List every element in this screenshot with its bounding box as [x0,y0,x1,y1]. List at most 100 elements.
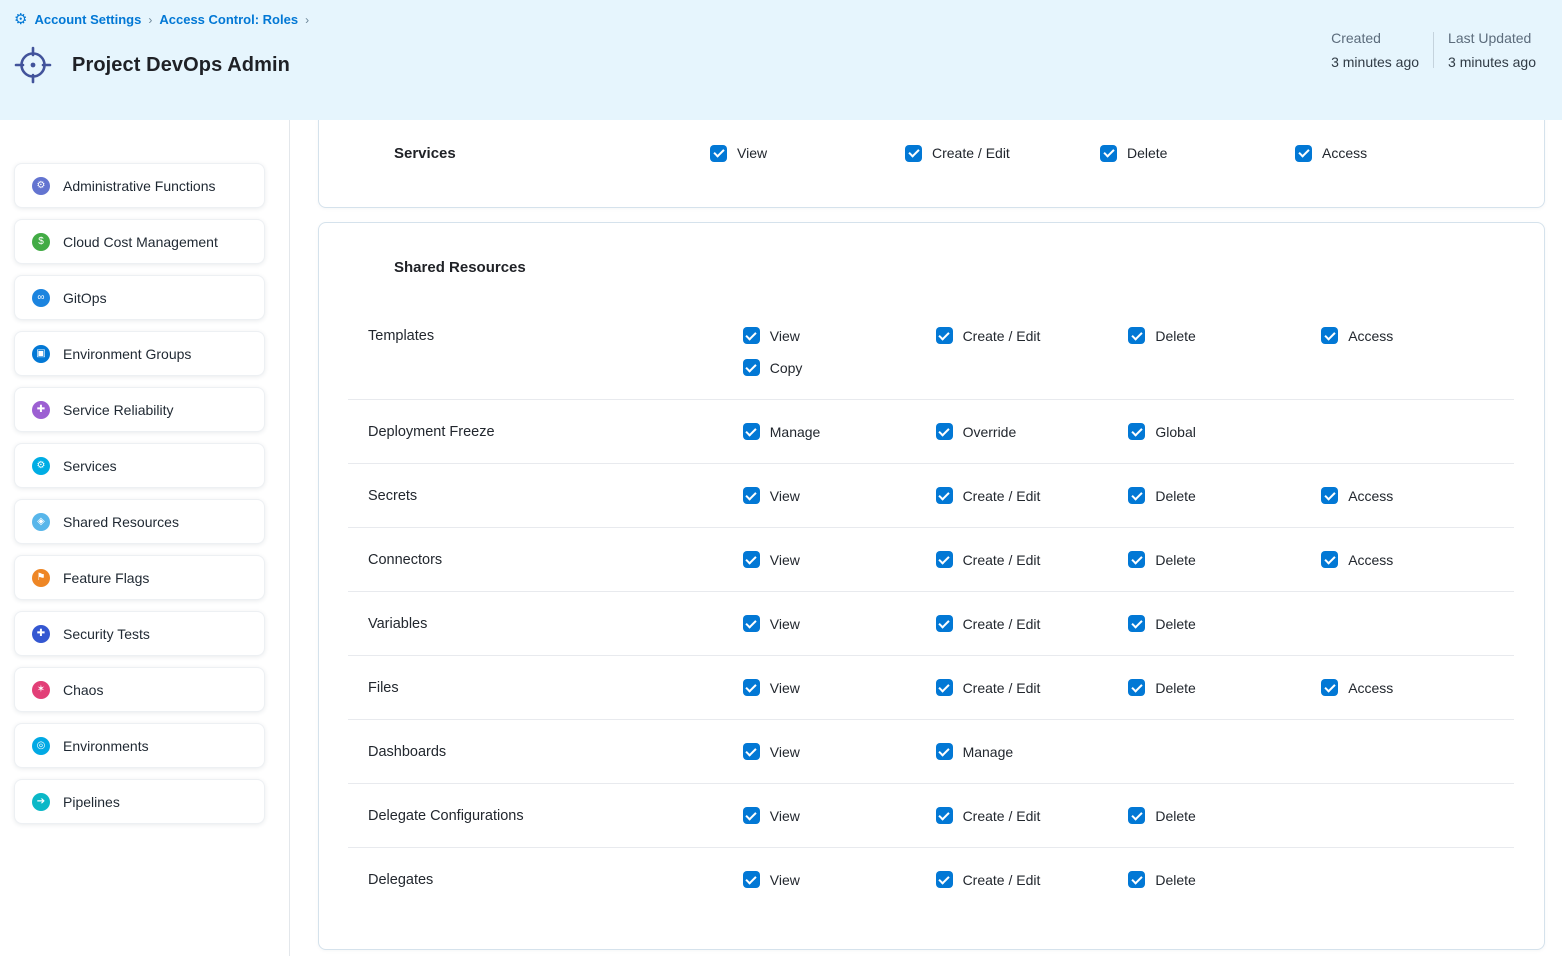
permission-view[interactable]: View [743,743,936,760]
permission-create-edit[interactable]: Create / Edit [936,487,1129,504]
permission-label: Access [1348,488,1393,504]
permission-access[interactable]: Access [1321,327,1514,344]
sidebar-item-environments[interactable]: ◎Environments [14,723,265,768]
sidebar-item-gitops[interactable]: ∞GitOps [14,275,265,320]
checkbox-checked-icon[interactable] [1321,327,1338,344]
permission-access[interactable]: Access [1321,487,1514,504]
permission-delete[interactable]: Delete [1100,145,1295,162]
checkbox-checked-icon[interactable] [1128,807,1145,824]
checkbox-checked-icon[interactable] [743,359,760,376]
sidebar-item-feature-flags[interactable]: ⚑Feature Flags [14,555,265,600]
permission-create-edit[interactable]: Create / Edit [936,551,1129,568]
permission-copy[interactable]: Copy [743,359,936,376]
permission-column: View [743,871,936,888]
checkbox-checked-icon[interactable] [710,145,727,162]
checkbox-checked-icon[interactable] [743,871,760,888]
sidebar-item-cloud-cost-management[interactable]: $Cloud Cost Management [14,219,265,264]
sidebar-item-chaos[interactable]: ✶Chaos [14,667,265,712]
checkbox-checked-icon[interactable] [1128,327,1145,344]
permission-delete[interactable]: Delete [1128,679,1321,696]
permission-view[interactable]: View [743,327,936,344]
permission-row-delegates: DelegatesViewCreate / EditDelete [348,847,1514,911]
admin-functions-icon: ⚙ [32,177,50,195]
checkbox-checked-icon[interactable] [1321,679,1338,696]
checkbox-checked-icon[interactable] [743,807,760,824]
checkbox-checked-icon[interactable] [936,615,953,632]
checkbox-checked-icon[interactable] [743,615,760,632]
permission-create-edit[interactable]: Create / Edit [936,615,1129,632]
services-icon: ⚙ [32,457,50,475]
permission-delete[interactable]: Delete [1128,327,1321,344]
permission-view[interactable]: View [743,551,936,568]
permission-create-edit[interactable]: Create / Edit [905,145,1100,162]
checkbox-checked-icon[interactable] [1100,145,1117,162]
sidebar-item-label: Service Reliability [63,402,173,418]
checkbox-checked-icon[interactable] [936,327,953,344]
sidebar-item-pipelines[interactable]: ➔Pipelines [14,779,265,824]
breadcrumb-link-account-settings[interactable]: Account Settings [34,12,141,27]
sidebar-item-administrative-functions[interactable]: ⚙Administrative Functions [14,163,265,208]
sidebar-item-services[interactable]: ⚙ Services [14,443,265,488]
permission-create-edit[interactable]: Create / Edit [936,679,1129,696]
permission-access[interactable]: Access [1321,551,1514,568]
permission-access[interactable]: Access [1321,679,1514,696]
permission-column: Delete [1128,327,1321,344]
checkbox-checked-icon[interactable] [905,145,922,162]
permission-label: View [770,744,800,760]
permission-delete[interactable]: Delete [1128,871,1321,888]
checkbox-checked-icon[interactable] [936,807,953,824]
checkbox-checked-icon[interactable] [936,743,953,760]
permission-view[interactable]: View [743,615,936,632]
checkbox-checked-icon[interactable] [1128,871,1145,888]
checkbox-checked-icon[interactable] [1321,487,1338,504]
role-target-icon [14,46,52,84]
permission-create-edit[interactable]: Create / Edit [936,871,1129,888]
row-label: Connectors [348,551,743,568]
checkbox-checked-icon[interactable] [743,743,760,760]
permission-manage[interactable]: Manage [743,423,936,440]
shared-resources-card-title: Shared Resources [394,259,710,276]
checkbox-checked-icon[interactable] [936,871,953,888]
permission-delete[interactable]: Delete [1128,551,1321,568]
checkbox-checked-icon[interactable] [1128,551,1145,568]
checkbox-checked-icon[interactable] [1321,551,1338,568]
checkbox-checked-icon[interactable] [1128,487,1145,504]
permission-delete[interactable]: Delete [1128,807,1321,824]
checkbox-checked-icon[interactable] [1128,679,1145,696]
permission-delete[interactable]: Delete [1128,615,1321,632]
breadcrumb: ⚙ Account Settings › Access Control: Rol… [14,12,309,27]
permission-create-edit[interactable]: Create / Edit [936,327,1129,344]
checkbox-checked-icon[interactable] [936,679,953,696]
checkbox-checked-icon[interactable] [743,327,760,344]
sidebar-item-environment-groups[interactable]: ▣Environment Groups [14,331,265,376]
sidebar-item-label: Services [63,458,117,474]
permission-override[interactable]: Override [936,423,1129,440]
checkbox-checked-icon[interactable] [1295,145,1312,162]
permission-view[interactable]: View [743,807,936,824]
shared-resources-icon: ◈ [32,513,50,531]
permission-view[interactable]: View [710,145,905,162]
sidebar-item-security-tests[interactable]: ✚Security Tests [14,611,265,656]
checkbox-checked-icon[interactable] [936,551,953,568]
sidebar-item-shared-resources[interactable]: ◈Shared Resources [14,499,265,544]
permission-create-edit[interactable]: Create / Edit [936,807,1129,824]
checkbox-checked-icon[interactable] [743,679,760,696]
row-label: Templates [348,327,743,344]
checkbox-checked-icon[interactable] [743,423,760,440]
checkbox-checked-icon[interactable] [1128,615,1145,632]
checkbox-checked-icon[interactable] [743,487,760,504]
checkbox-checked-icon[interactable] [936,487,953,504]
checkbox-checked-icon[interactable] [936,423,953,440]
permission-global[interactable]: Global [1128,423,1321,440]
permission-manage[interactable]: Manage [936,743,1129,760]
permission-label: Copy [770,360,803,376]
permission-delete[interactable]: Delete [1128,487,1321,504]
permission-view[interactable]: View [743,679,936,696]
permission-view[interactable]: View [743,871,936,888]
permission-view[interactable]: View [743,487,936,504]
checkbox-checked-icon[interactable] [1128,423,1145,440]
permission-access[interactable]: Access [1295,145,1490,162]
checkbox-checked-icon[interactable] [743,551,760,568]
sidebar-item-service-reliability[interactable]: ✚Service Reliability [14,387,265,432]
breadcrumb-link-access-control-roles[interactable]: Access Control: Roles [159,12,298,27]
